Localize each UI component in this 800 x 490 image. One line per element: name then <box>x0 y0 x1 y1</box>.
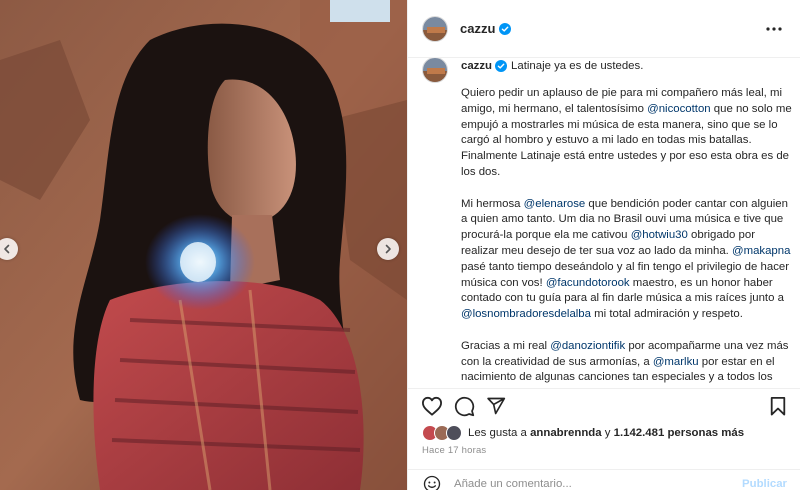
share-icon <box>487 397 506 415</box>
emoji-icon <box>423 475 441 490</box>
bookmark-icon <box>770 397 786 416</box>
emoji-button[interactable] <box>422 474 442 490</box>
caption-paragraph: Quiero pedir un aplauso de pie para mi c… <box>461 86 795 181</box>
post-timestamp[interactable]: Hace 17 horas <box>422 445 486 456</box>
caption-title: Latinaje ya es de ustedes. <box>511 60 644 72</box>
caption-text: Gracias a mi real <box>461 339 551 352</box>
mention-link[interactable]: @elenarose <box>524 198 586 210</box>
mention-link[interactable]: @facundotorook <box>546 277 630 289</box>
likes-count[interactable]: 1.142.481 personas más <box>614 427 744 439</box>
post-media[interactable] <box>0 0 407 490</box>
next-photo-button[interactable] <box>377 238 399 260</box>
liker-username[interactable]: annabrennda <box>530 427 602 439</box>
caption-area: cazzu Latinaje ya es de ustedes. Quiero … <box>408 58 800 388</box>
action-icons <box>420 393 790 419</box>
more-options-button[interactable] <box>762 17 786 41</box>
comment-button[interactable] <box>452 394 476 418</box>
likes-text: Les gusta a annabrennda y 1.142.481 pers… <box>468 427 744 439</box>
post-header: cazzu <box>408 0 800 58</box>
mention-link[interactable]: @hotwiu30 <box>631 229 688 241</box>
mention-link[interactable]: @losnombradoresdelalba <box>461 308 591 320</box>
mention-link[interactable]: @nicocotton <box>647 103 711 115</box>
post-photo <box>0 0 407 490</box>
post-actions: Les gusta a annabrennda y 1.142.481 pers… <box>408 388 800 490</box>
caption-username[interactable]: cazzu <box>461 60 492 72</box>
caption-first-line: cazzu Latinaje ya es de ustedes. <box>461 60 643 72</box>
heart-icon <box>421 396 442 416</box>
caption-body: Quiero pedir un aplauso de pie para mi c… <box>461 86 795 388</box>
verified-badge-icon <box>499 22 512 35</box>
chevron-left-icon <box>4 244 10 254</box>
more-options-icon <box>766 26 782 31</box>
likes-summary: Les gusta a annabrennda y 1.142.481 pers… <box>422 425 744 441</box>
caption-paragraph: Gracias a mi real @danoziontifik por aco… <box>461 339 795 388</box>
caption-text: Mi hermosa <box>461 197 524 210</box>
mention-link[interactable]: @danoziontifik <box>550 340 625 352</box>
caption-avatar[interactable] <box>422 58 448 83</box>
mention-link[interactable]: @makapna <box>732 245 790 257</box>
liker-avatars[interactable] <box>422 425 464 441</box>
caption-text: mi total admiración y respeto. <box>590 308 743 321</box>
share-button[interactable] <box>484 394 508 418</box>
comment-box: Publicar <box>408 469 800 490</box>
avatar[interactable] <box>422 15 448 42</box>
instagram-post: cazzu cazzu Latinaje ya es de ustedes. Q… <box>0 0 800 490</box>
header-username[interactable]: cazzu <box>460 21 495 36</box>
likes-connector: y <box>601 427 614 439</box>
verified-badge-icon <box>495 60 508 72</box>
avatar <box>446 425 462 441</box>
likes-prefix: Les gusta a <box>468 427 531 439</box>
comment-input[interactable] <box>454 477 724 490</box>
avatar-image <box>423 16 447 41</box>
caption-header <box>422 58 448 83</box>
like-button[interactable] <box>420 394 444 418</box>
comment-icon <box>454 396 474 416</box>
publish-button[interactable]: Publicar <box>742 478 787 490</box>
save-button[interactable] <box>766 394 790 418</box>
post-side-panel: cazzu cazzu Latinaje ya es de ustedes. Q… <box>407 0 800 490</box>
caption-paragraph: Mi hermosa @elenarose que bendición pode… <box>461 197 795 323</box>
avatar-image <box>423 58 447 82</box>
chevron-right-icon <box>385 244 391 254</box>
mention-link[interactable]: @marlku <box>653 356 699 368</box>
